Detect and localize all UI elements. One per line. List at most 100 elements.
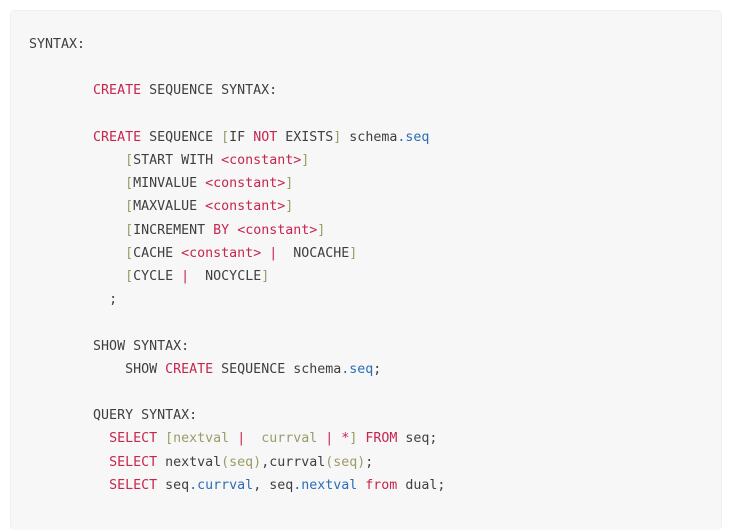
code-line: [CYCLE | NOCYCLE] — [29, 265, 703, 288]
code-token-punctuation: (seq) — [325, 455, 365, 470]
code-token-plain: IF — [229, 130, 253, 145]
code-token-keyword: | — [181, 269, 189, 284]
code-token-punctuation: [ — [125, 176, 133, 191]
code-line: [MAXVALUE <constant>] — [29, 195, 703, 218]
code-token-plain: QUERY SYNTAX: — [93, 408, 197, 423]
code-token-plain: SHOW SYNTAX: — [93, 339, 189, 354]
code-token-punctuation: [ — [125, 269, 133, 284]
code-indent — [29, 269, 125, 284]
code-line — [29, 56, 703, 79]
code-token-punctuation: ] — [261, 269, 269, 284]
code-token-keyword: SELECT — [109, 455, 157, 470]
code-indent — [29, 362, 125, 377]
code-token-keyword: <constant> — [181, 246, 261, 261]
code-token-punctuation: ] — [349, 246, 357, 261]
code-token-plain: , seq — [253, 478, 293, 493]
code-token-punctuation: (seq) — [221, 455, 261, 470]
code-line: [START WITH <constant>] — [29, 149, 703, 172]
code-token-plain: MAXVALUE — [133, 199, 205, 214]
code-token-plain: nextval — [157, 455, 221, 470]
code-token-plain: SEQUENCE SYNTAX: — [141, 83, 277, 98]
code-token-plain: CYCLE — [133, 269, 181, 284]
code-token-punctuation: [nextval — [165, 431, 237, 446]
code-token-keyword: | — [237, 431, 245, 446]
code-indent — [29, 455, 109, 470]
code-token-plain: START WITH — [133, 153, 221, 168]
code-token-attribute: .currval — [189, 478, 253, 493]
code-token-plain: seq — [157, 478, 189, 493]
code-indent — [29, 176, 125, 191]
code-token-plain: SEQUENCE schema — [213, 362, 341, 377]
code-line: QUERY SYNTAX: — [29, 404, 703, 427]
code-token-plain: ; — [109, 292, 117, 307]
code-token-punctuation: currval — [245, 431, 325, 446]
code-token-keyword: <constant> — [237, 223, 317, 238]
code-line — [29, 381, 703, 404]
code-token-keyword: SELECT — [109, 431, 157, 446]
code-indent — [29, 431, 109, 446]
code-token-punctuation: ] — [285, 176, 293, 191]
code-token-plain: ,currval — [261, 455, 325, 470]
code-token-keyword: NOT — [253, 130, 277, 145]
code-indent — [29, 408, 93, 423]
code-token-plain — [229, 223, 237, 238]
code-token-plain: SEQUENCE — [141, 130, 221, 145]
code-token-keyword: SELECT — [109, 478, 157, 493]
code-token-keyword: <constant> — [205, 199, 285, 214]
code-line — [29, 311, 703, 334]
code-token-plain: ; — [373, 362, 381, 377]
code-token-attribute: .seq — [341, 362, 373, 377]
code-line: SYNTAX: — [29, 33, 703, 56]
code-line: CREATE SEQUENCE [IF NOT EXISTS] schema.s… — [29, 126, 703, 149]
code-indent — [29, 339, 93, 354]
code-line: ; — [29, 288, 703, 311]
code-token-plain: CACHE — [133, 246, 181, 261]
code-indent — [29, 153, 125, 168]
code-token-plain: SHOW — [125, 362, 165, 377]
code-token-punctuation: ] — [317, 223, 325, 238]
code-token-plain: schema — [341, 130, 397, 145]
code-token-plain: MINVALUE — [133, 176, 205, 191]
sql-syntax-code[interactable]: SYNTAX: CREATE SEQUENCE SYNTAX: CREATE S… — [29, 33, 703, 497]
code-token-keyword: CREATE — [93, 130, 141, 145]
code-line: [CACHE <constant> | NOCACHE] — [29, 242, 703, 265]
code-token-punctuation: [ — [125, 153, 133, 168]
code-indent — [29, 223, 125, 238]
code-token-attribute: .nextval — [293, 478, 357, 493]
code-line: CREATE SEQUENCE SYNTAX: — [29, 79, 703, 102]
code-indent — [29, 199, 125, 214]
code-indent — [29, 478, 109, 493]
code-block: SYNTAX: CREATE SEQUENCE SYNTAX: CREATE S… — [10, 10, 722, 530]
code-token-plain: SYNTAX: — [29, 37, 85, 52]
code-token-keyword: <constant> — [205, 176, 285, 191]
page-root: SYNTAX: CREATE SEQUENCE SYNTAX: CREATE S… — [0, 0, 732, 519]
code-token-punctuation: [ — [125, 246, 133, 261]
code-token-plain: NOCACHE — [277, 246, 349, 261]
code-token-punctuation: ] — [301, 153, 309, 168]
code-line — [29, 103, 703, 126]
code-token-attribute: .seq — [397, 130, 429, 145]
code-token-keyword: <constant> — [221, 153, 301, 168]
code-token-plain: seq; — [397, 431, 437, 446]
code-token-keyword: CREATE — [165, 362, 213, 377]
code-token-keyword: FROM — [365, 431, 397, 446]
code-line: SELECT nextval(seq),currval(seq); — [29, 451, 703, 474]
code-token-keyword: from — [365, 478, 397, 493]
code-token-keyword: CREATE — [93, 83, 141, 98]
code-token-plain: EXISTS — [277, 130, 333, 145]
code-token-plain: ; — [365, 455, 373, 470]
code-token-plain: NOCYCLE — [189, 269, 261, 284]
code-indent — [29, 130, 93, 145]
code-token-plain: INCREMENT — [133, 223, 213, 238]
code-token-plain — [157, 431, 165, 446]
code-line: [INCREMENT BY <constant>] — [29, 219, 703, 242]
code-token-punctuation: [ — [125, 223, 133, 238]
code-line: SELECT [nextval | currval | *] FROM seq; — [29, 427, 703, 450]
code-token-punctuation: ] — [285, 199, 293, 214]
code-indent — [29, 246, 125, 261]
code-token-plain: dual; — [397, 478, 445, 493]
code-line: SHOW SYNTAX: — [29, 335, 703, 358]
code-token-punctuation: [ — [125, 199, 133, 214]
code-block-inner: SYNTAX: CREATE SEQUENCE SYNTAX: CREATE S… — [11, 11, 721, 497]
code-line: [MINVALUE <constant>] — [29, 172, 703, 195]
